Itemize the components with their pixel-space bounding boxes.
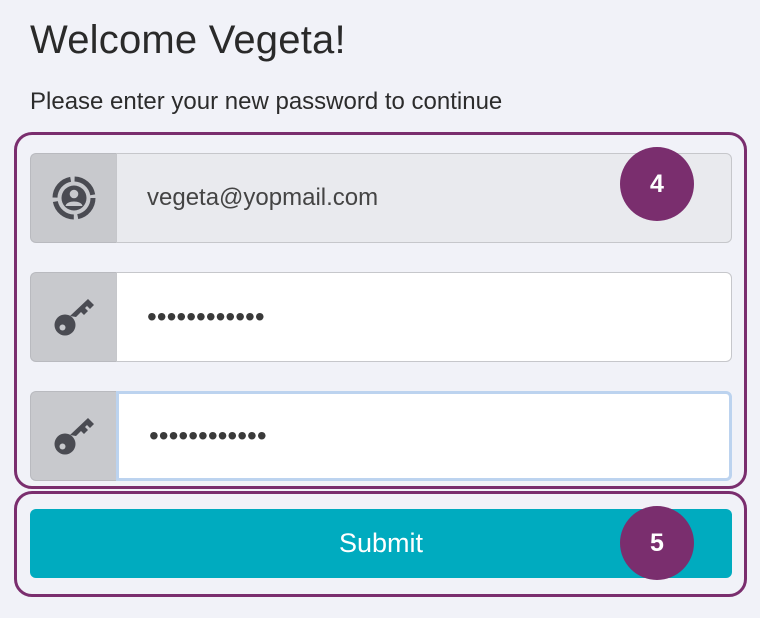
key-icon <box>30 272 116 362</box>
new-password-field-group <box>30 272 732 362</box>
confirm-password-field[interactable] <box>116 391 732 481</box>
page-title: Welcome Vegeta! <box>30 18 346 62</box>
confirm-password-field-group <box>30 391 732 481</box>
new-password-field[interactable] <box>116 272 732 362</box>
step-badge-5: 5 <box>620 506 694 580</box>
user-circle-icon <box>30 153 116 243</box>
page-subtitle: Please enter your new password to contin… <box>30 88 503 115</box>
key-icon <box>30 391 116 481</box>
step-badge-4: 4 <box>620 147 694 221</box>
